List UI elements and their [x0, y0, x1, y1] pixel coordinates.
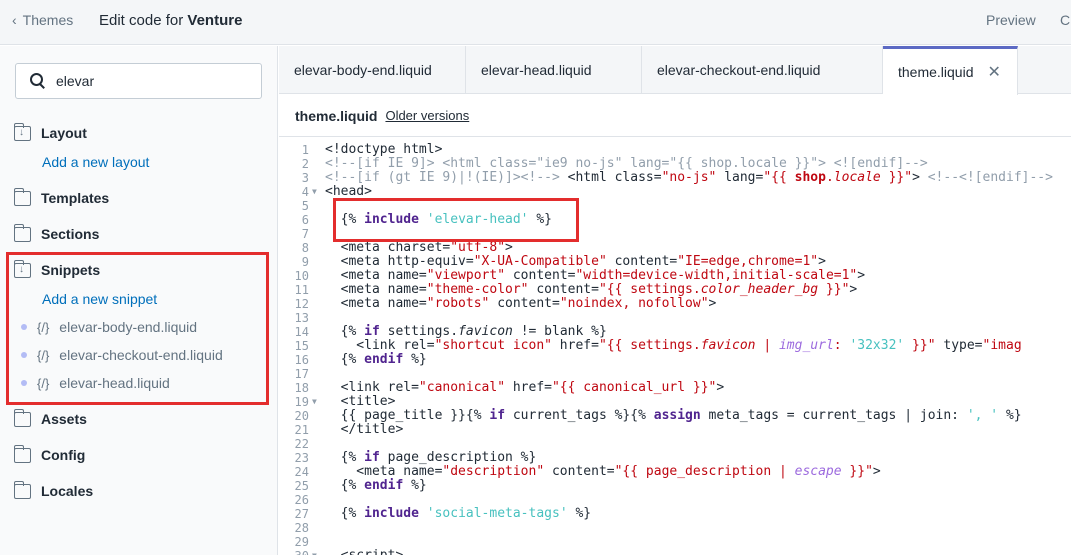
snippets-highlight-box	[6, 252, 269, 405]
tab-label: elevar-body-end.liquid	[294, 62, 432, 78]
folder-icon	[13, 223, 31, 242]
tab-label: theme.liquid	[898, 64, 974, 80]
folder-icon	[13, 408, 31, 427]
tab-elevar-head[interactable]: elevar-head.liquid	[466, 46, 642, 94]
page-title-prefix: Edit code for	[99, 12, 188, 29]
folder-layout[interactable]: ↓ Layout	[13, 122, 87, 141]
tab-label: elevar-checkout-end.liquid	[657, 62, 821, 78]
folder-label: Assets	[41, 411, 87, 427]
folder-icon	[13, 480, 31, 499]
file-title: theme.liquid	[295, 107, 378, 124]
include-highlight-box	[333, 198, 579, 242]
folder-config[interactable]: Config	[13, 444, 86, 463]
chevron-left-icon: ‹	[12, 12, 17, 28]
older-versions-link[interactable]: Older versions	[385, 108, 469, 123]
folder-icon	[13, 444, 31, 463]
folder-icon	[13, 187, 31, 206]
folder-label: Locales	[41, 483, 94, 499]
file-header: theme.liquid Older versions	[279, 95, 1071, 137]
back-label: Themes	[22, 12, 74, 28]
search-icon	[30, 73, 46, 89]
back-to-themes-link[interactable]: ‹ Themes	[12, 12, 73, 28]
search-field[interactable]	[15, 63, 262, 99]
folder-templates[interactable]: Templates	[13, 187, 110, 206]
search-input[interactable]	[56, 73, 246, 89]
theme-name: Venture	[187, 12, 243, 29]
folder-label: Layout	[41, 125, 87, 141]
add-layout-link[interactable]: Add a new layout	[42, 154, 149, 170]
preview-button[interactable]: Preview	[986, 12, 1036, 28]
tab-label: elevar-head.liquid	[481, 62, 592, 78]
folder-sections[interactable]: Sections	[13, 223, 100, 242]
folder-assets[interactable]: Assets	[13, 408, 87, 427]
page-title: Edit code for Venture	[99, 12, 242, 29]
customize-button[interactable]: C	[1060, 12, 1070, 28]
tab-elevar-body-end[interactable]: elevar-body-end.liquid	[279, 46, 466, 94]
folder-locales[interactable]: Locales	[13, 480, 94, 499]
folder-open-icon: ↓	[13, 122, 31, 141]
folder-label: Config	[41, 447, 86, 463]
folder-label: Sections	[41, 226, 100, 242]
tab-elevar-checkout-end[interactable]: elevar-checkout-end.liquid	[642, 46, 883, 94]
editor-tabs: elevar-body-end.liquid elevar-head.liqui…	[279, 46, 1071, 95]
tab-theme-liquid[interactable]: theme.liquid ✕	[883, 46, 1018, 95]
top-bar: ‹ Themes Edit code for Venture Preview C	[0, 0, 1071, 45]
folder-label: Templates	[41, 190, 110, 206]
close-icon[interactable]: ✕	[988, 62, 1001, 82]
